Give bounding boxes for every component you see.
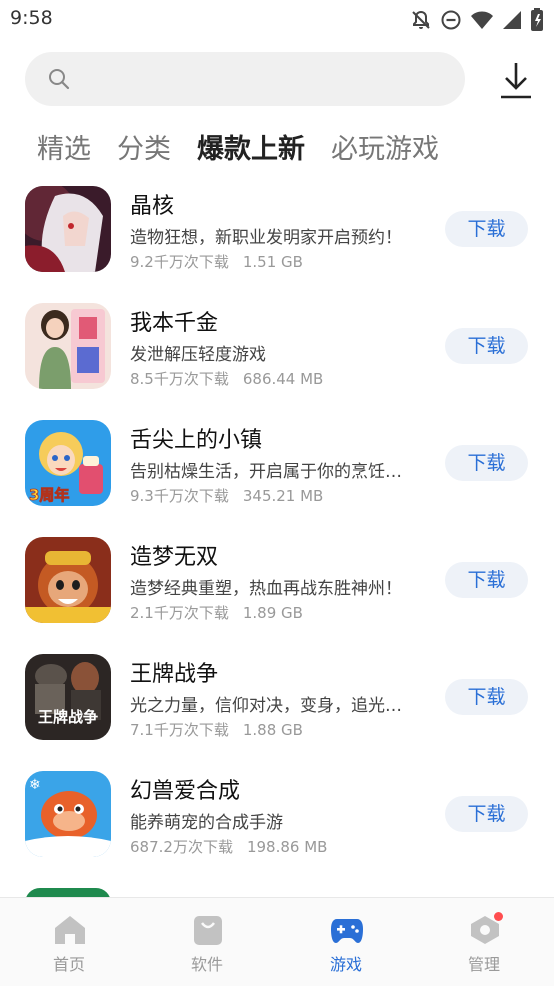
tab-new-hits[interactable]: 爆款上新 [197,130,305,170]
tab-must-play[interactable]: 必玩游戏 [331,130,439,170]
app-description: 光之力量，信仰对决，变身，追光… [130,696,402,716]
gamepad-icon [331,919,363,943]
nav-label: 软件 [190,955,223,974]
wifi-icon [470,9,494,35]
search-icon [49,69,70,90]
category-tabs: 精选 分类 爆款上新 必玩游戏 [37,130,465,170]
do-not-disturb-icon [440,9,462,35]
list-item[interactable]: 造梦无双 造梦经典重塑，热血再战东胜神州！ 2.1千万次下载 1.89 GB 下载 [0,537,554,637]
list-item[interactable]: 我本千金 发泄解压轻度游戏 8.5千万次下载 686.44 MB 下载 [0,303,554,403]
anniversary-badge: 3周年 [29,486,69,504]
nav-software[interactable]: 软件 [138,898,276,986]
app-name[interactable]: 晶核 [130,188,174,220]
game-logo-text: 王牌战争 [38,708,98,726]
app-name[interactable]: 造梦无双 [130,539,218,571]
home-icon [55,916,85,944]
nav-games[interactable]: 游戏 [277,898,415,986]
notifications-off-icon [410,9,432,35]
search-row [0,52,554,106]
app-name[interactable]: 我本千金 [130,305,218,337]
svg-text:❄: ❄ [29,777,41,793]
app-name[interactable]: 幻兽爱合成 [130,773,240,805]
app-icon-zaomeng-wushuang[interactable] [25,537,111,623]
app-description: 能养萌宠的合成手游 [130,813,283,833]
list-item[interactable]: 王牌战争 王牌战争 光之力量，信仰对决，变身，追光… 7.1千万次下载 1.88 … [0,654,554,754]
download-button[interactable]: 下载 [445,679,528,715]
nav-label: 管理 [467,955,500,974]
download-button[interactable]: 下载 [445,562,528,598]
app-icon-jinghe[interactable] [25,186,111,272]
app-icon-woben-qianjin[interactable] [25,303,111,389]
app-name[interactable]: 舌尖上的小镇 [130,422,262,454]
download-count: 2.1千万次下载 [130,604,229,622]
app-size: 686.44 MB [242,370,324,388]
app-description: 造物狂想，新职业发明家开启预约！ [130,228,402,248]
app-name[interactable]: 王牌战争 [130,656,218,688]
battery-icon [530,8,544,36]
app-icon-huanshou-ai-hecheng[interactable]: ❄ [25,771,111,857]
search-input[interactable] [25,52,465,106]
app-meta: 9.3千万次下载 345.21 MB [130,485,323,506]
download-count: 9.3千万次下载 [130,487,229,505]
nav-label: 游戏 [329,955,362,974]
app-meta: 2.1千万次下载 1.89 GB [130,602,303,623]
status-bar: 9:58 [0,0,554,38]
download-button[interactable]: 下载 [445,796,528,832]
app-size: 198.86 MB [246,838,328,856]
status-time: 9:58 [10,7,53,29]
tab-categories[interactable]: 分类 [117,130,171,170]
bag-icon [194,916,222,945]
app-size: 1.89 GB [242,604,303,622]
list-item[interactable]: 晶核 造物狂想，新职业发明家开启预约！ 9.2千万次下载 1.51 GB 下载 [0,186,554,286]
download-button[interactable]: 下载 [445,445,528,481]
bottom-navigation: 首页 软件 游戏 管理 [0,897,554,986]
nav-label: 首页 [52,955,85,974]
app-icon-shejian-xiaozhen[interactable]: 3周年 [25,420,111,506]
nav-home[interactable]: 首页 [0,898,138,986]
app-size: 345.21 MB [242,487,324,505]
download-manager-icon[interactable] [499,60,533,100]
app-meta: 9.2千万次下载 1.51 GB [130,251,303,272]
app-meta: 687.2万次下载 198.86 MB [130,836,327,857]
cellular-icon [502,9,522,35]
download-count: 9.2千万次下载 [130,253,229,271]
tab-featured[interactable]: 精选 [37,130,91,170]
list-item[interactable]: 3周年 舌尖上的小镇 告别枯燥生活，开启属于你的烹饪… 9.3千万次下载 345.… [0,420,554,520]
app-meta: 8.5千万次下载 686.44 MB [130,368,323,389]
download-count: 7.1千万次下载 [130,721,229,739]
app-description: 发泄解压轻度游戏 [130,345,266,365]
app-meta: 7.1千万次下载 1.88 GB [130,719,303,740]
download-count: 687.2万次下载 [130,838,233,856]
app-size: 1.88 GB [242,721,303,739]
app-description: 告别枯燥生活，开启属于你的烹饪… [130,462,402,482]
app-description: 造梦经典重塑，热血再战东胜神州！ [130,579,402,599]
download-count: 8.5千万次下载 [130,370,229,388]
notification-badge [494,912,503,921]
app-size: 1.51 GB [242,253,303,271]
status-icons [410,8,544,36]
app-icon-wangpai-zhanzheng[interactable]: 王牌战争 [25,654,111,740]
download-button[interactable]: 下载 [445,211,528,247]
list-item[interactable]: ❄ 幻兽爱合成 能养萌宠的合成手游 687.2万次下载 198.86 MB 下载 [0,771,554,871]
nav-manage[interactable]: 管理 [415,898,553,986]
download-button[interactable]: 下载 [445,328,528,364]
